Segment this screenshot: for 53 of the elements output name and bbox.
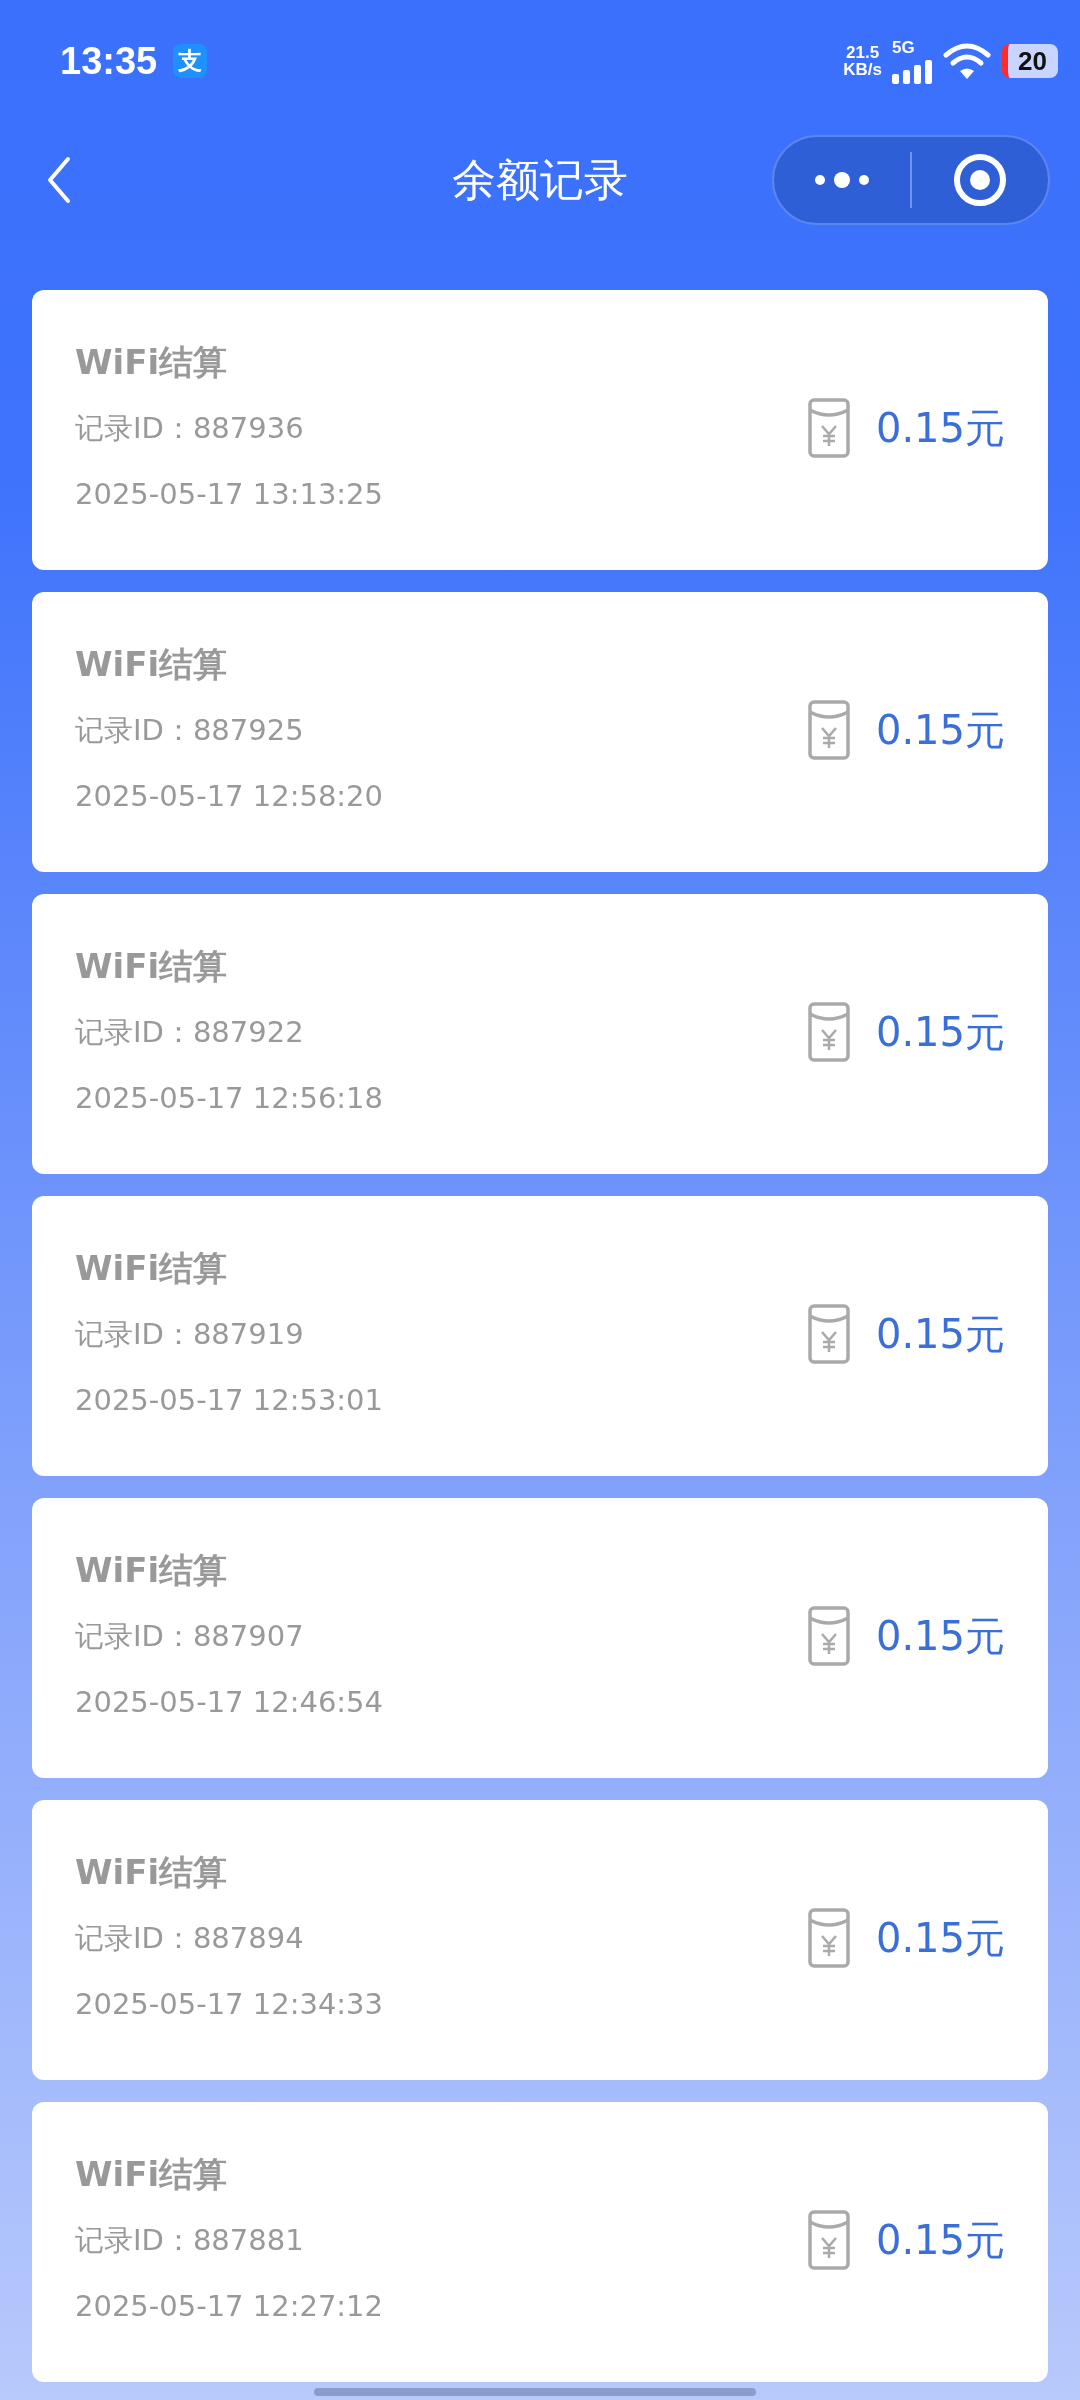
record-amount: 0.15元 — [875, 1913, 1005, 1963]
record-id: 记录ID：887936 — [75, 410, 304, 447]
target-icon — [953, 153, 1007, 207]
record-time: 2025-05-17 12:27:12 — [75, 2288, 383, 2325]
record-card[interactable]: WiFi结算 记录ID：887894 2025-05-17 12:34:33 0.15元 — [32, 1800, 1048, 2080]
record-id: 记录ID：887907 — [75, 1618, 304, 1655]
record-title: WiFi结算 — [75, 1851, 228, 1894]
record-title: WiFi结算 — [75, 341, 228, 384]
record-card[interactable]: WiFi结算 记录ID：887881 2025-05-17 12:27:12 0.15元 — [32, 2102, 1048, 2382]
record-card[interactable]: WiFi结算 记录ID：887919 2025-05-17 12:53:01 0.15元 — [32, 1196, 1048, 1476]
wifi-icon — [942, 41, 992, 81]
app-badge-icon: 支 — [173, 44, 208, 78]
speed-value: 21.5 — [846, 44, 880, 61]
record-card[interactable]: WiFi结算 记录ID：887922 2025-05-17 12:56:18 0.15元 — [32, 894, 1048, 1174]
money-envelope-icon — [807, 1606, 850, 1666]
record-id: 记录ID：887894 — [75, 1920, 304, 1957]
money-envelope-icon — [807, 1908, 850, 1968]
record-id: 记录ID：887925 — [75, 712, 304, 749]
more-icon — [812, 170, 872, 190]
money-envelope-icon — [807, 2210, 850, 2270]
record-title: WiFi结算 — [75, 945, 228, 988]
record-card[interactable]: WiFi结算 记录ID：887936 2025-05-17 13:13:25 0.15元 — [32, 290, 1048, 570]
record-time: 2025-05-17 12:34:33 — [75, 1986, 383, 2023]
speed-unit: KB/s — [843, 61, 882, 78]
signal-icon — [892, 60, 932, 84]
record-id: 记录ID：887922 — [75, 1014, 304, 1051]
record-amount: 0.15元 — [875, 1309, 1005, 1359]
battery-icon: 20 — [1002, 44, 1058, 78]
record-time: 2025-05-17 12:53:01 — [75, 1382, 383, 1419]
status-time: 13:35 — [60, 39, 158, 83]
record-title: WiFi结算 — [75, 1549, 228, 1592]
record-amount: 0.15元 — [875, 403, 1005, 453]
page-title: 余额记录 — [452, 152, 628, 207]
network-label: 5G — [892, 38, 915, 58]
record-amount: 0.15元 — [875, 705, 1005, 755]
record-time: 2025-05-17 13:13:25 — [75, 476, 383, 513]
record-title: WiFi结算 — [75, 1247, 228, 1290]
money-envelope-icon — [807, 1304, 850, 1364]
record-title: WiFi结算 — [75, 2153, 228, 2196]
money-envelope-icon — [807, 1002, 850, 1062]
record-time: 2025-05-17 12:58:20 — [75, 778, 383, 815]
record-id: 记录ID：887919 — [75, 1316, 304, 1353]
record-card[interactable]: WiFi结算 记录ID：887925 2025-05-17 12:58:20 0.15元 — [32, 592, 1048, 872]
money-envelope-icon — [807, 398, 850, 458]
record-title: WiFi结算 — [75, 643, 228, 686]
record-time: 2025-05-17 12:46:54 — [75, 1684, 383, 1721]
record-amount: 0.15元 — [875, 2215, 1005, 2265]
record-card[interactable]: WiFi结算 记录ID：887907 2025-05-17 12:46:54 0.15元 — [32, 1498, 1048, 1778]
record-id: 记录ID：887881 — [75, 2222, 304, 2259]
record-time: 2025-05-17 12:56:18 — [75, 1080, 383, 1117]
record-amount: 0.15元 — [875, 1007, 1005, 1057]
record-amount: 0.15元 — [875, 1611, 1005, 1661]
money-envelope-icon — [807, 700, 850, 760]
